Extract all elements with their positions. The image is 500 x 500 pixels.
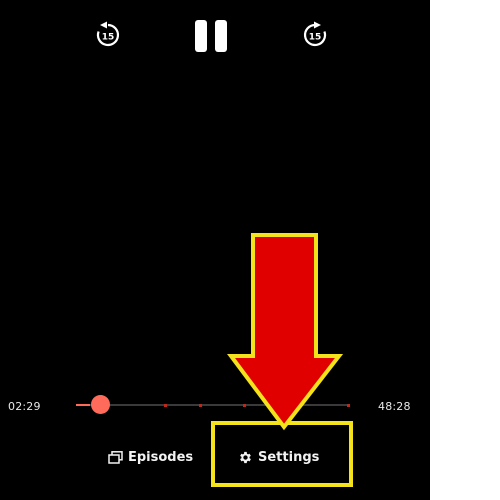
annotation-arrow (227, 233, 344, 431)
